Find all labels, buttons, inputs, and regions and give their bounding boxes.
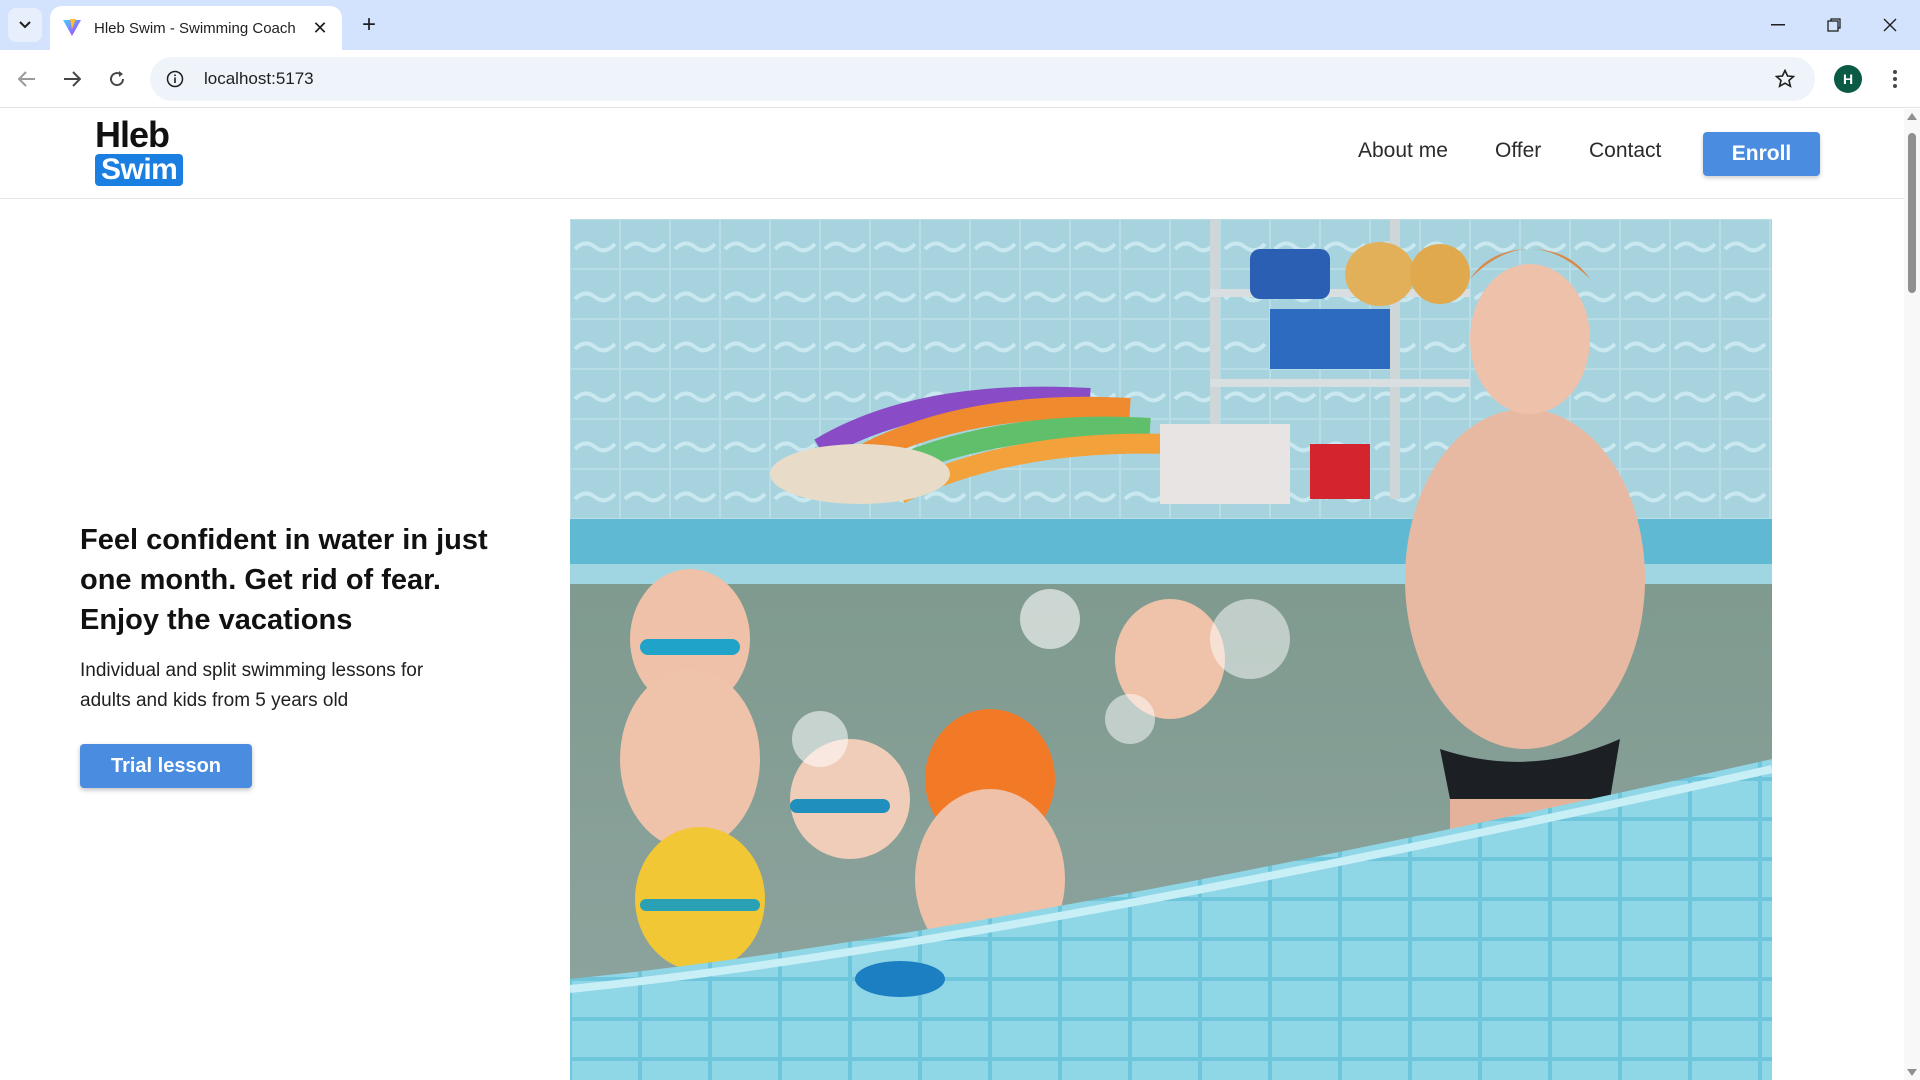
browser-tab-bar: Hleb Swim - Swimming Coach ✕ +	[0, 0, 1920, 50]
bookmark-star-icon[interactable]	[1773, 67, 1797, 91]
minimize-icon[interactable]	[1750, 0, 1806, 50]
enroll-button[interactable]: Enroll	[1703, 132, 1820, 176]
browser-tab[interactable]: Hleb Swim - Swimming Coach ✕	[50, 6, 342, 50]
site-logo[interactable]: Hleb Swim	[95, 114, 184, 186]
vite-favicon-icon	[63, 19, 81, 36]
trial-lesson-button[interactable]: Trial lesson	[80, 744, 252, 788]
scroll-down-icon[interactable]	[1907, 1069, 1917, 1076]
page-scrollbar[interactable]	[1904, 109, 1920, 1080]
hero-title-line: one month. Get rid of fear.	[80, 564, 441, 596]
hero-subtitle: Individual and split swimming lessons fo…	[80, 656, 520, 716]
tab-search-dropdown-icon[interactable]	[8, 8, 42, 42]
hero-title: Feel confident in water in just one mont…	[80, 520, 520, 640]
hero-title-line: Feel confident in water in just	[80, 524, 488, 556]
hero-subtitle-line: adults and kids from 5 years old	[80, 690, 349, 711]
url-text: localhost:5173	[204, 69, 314, 88]
address-bar[interactable]: localhost:5173	[150, 57, 1815, 101]
restore-icon[interactable]	[1806, 0, 1862, 50]
site-header: Hleb Swim About me Offer Contact Enroll	[0, 109, 1904, 199]
close-window-icon[interactable]	[1862, 0, 1918, 50]
back-icon[interactable]	[9, 61, 45, 97]
browser-toolbar: localhost:5173 H	[0, 50, 1920, 108]
browser-menu-icon[interactable]	[1880, 61, 1910, 97]
reload-icon[interactable]	[99, 61, 135, 97]
scroll-thumb[interactable]	[1908, 133, 1916, 293]
hero-photo	[570, 219, 1772, 1080]
logo-hleb: Hleb	[95, 114, 170, 155]
site-info-icon[interactable]	[164, 68, 186, 90]
hero-title-line: Enjoy the vacations	[80, 604, 353, 636]
forward-icon[interactable]	[54, 61, 90, 97]
logo-swim: Swim	[95, 154, 184, 186]
nav-contact[interactable]: Contact	[1589, 139, 1661, 163]
hero-text: Feel confident in water in just one mont…	[80, 520, 520, 788]
tab-close-icon[interactable]: ✕	[310, 18, 330, 38]
nav-offer[interactable]: Offer	[1495, 139, 1541, 163]
profile-avatar[interactable]: H	[1834, 65, 1862, 93]
page-viewport: Hleb Swim About me Offer Contact Enroll …	[0, 109, 1904, 1080]
nav-about-me[interactable]: About me	[1358, 139, 1448, 163]
new-tab-icon[interactable]: +	[352, 8, 386, 42]
scroll-up-icon[interactable]	[1907, 113, 1917, 120]
tab-title: Hleb Swim - Swimming Coach	[94, 19, 296, 37]
hero-subtitle-line: Individual and split swimming lessons fo…	[80, 660, 424, 681]
